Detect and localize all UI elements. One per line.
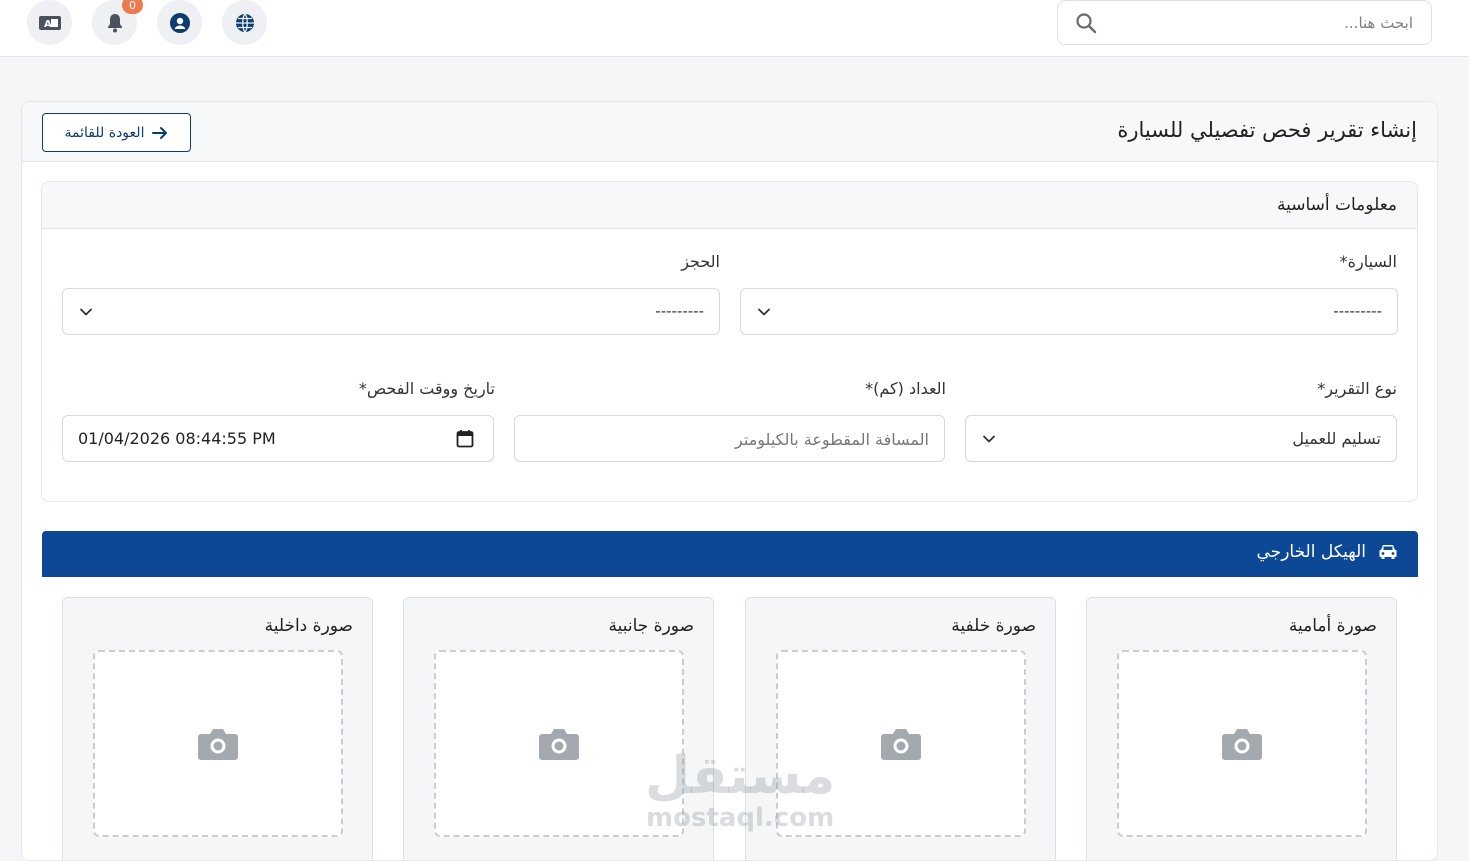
back-photo-card: صورة خلفية [745, 597, 1056, 860]
side-photo-card: صورة جانبية [403, 597, 714, 860]
car-select[interactable]: --------- [740, 288, 1398, 335]
front-photo-title: صورة أمامية [1288, 616, 1377, 636]
basic-info-section: معلومات أساسية السيارة* --------- الحجز … [41, 181, 1418, 502]
svg-text:A: A [44, 19, 52, 30]
odometer-label: العداد (كم)* [865, 379, 946, 398]
side-photo-title: صورة جانبية [608, 616, 694, 636]
search-icon [1076, 13, 1097, 34]
card-header: إنشاء تقرير فحص تفصيلي للسيارة العودة لل… [22, 102, 1437, 162]
car-label: السيارة* [1339, 252, 1397, 271]
side-photo-upload[interactable] [434, 650, 684, 837]
report-type-label: نوع التقرير* [1317, 379, 1397, 398]
user-circle-icon [169, 12, 190, 33]
back-photo-upload[interactable] [776, 650, 1026, 837]
globe-icon [235, 13, 254, 32]
booking-select-value: --------- [655, 302, 704, 320]
notification-count-badge: 0 [122, 0, 143, 14]
interior-photo-card: صورة داخلية [62, 597, 373, 860]
back-photo-title: صورة خلفية [951, 616, 1036, 636]
camera-icon [198, 728, 238, 760]
front-photo-upload[interactable] [1117, 650, 1367, 837]
front-photo-card: صورة أمامية [1086, 597, 1397, 860]
language-toggle-button[interactable]: A [27, 0, 72, 45]
chevron-down-icon [758, 308, 770, 316]
basic-info-header: معلومات أساسية [42, 182, 1417, 229]
car-icon [1379, 545, 1397, 559]
datetime-field[interactable]: 01/04/2026 08:44:55 PM [62, 415, 494, 462]
calendar-icon[interactable] [456, 429, 474, 448]
top-navbar: A 0 [0, 0, 1469, 57]
globe-language-button[interactable] [222, 0, 267, 45]
arrow-right-icon [152, 126, 168, 139]
datetime-label: تاريخ ووقت الفحص* [358, 379, 495, 398]
main-card: إنشاء تقرير فحص تفصيلي للسيارة العودة لل… [21, 101, 1438, 861]
camera-icon [881, 728, 921, 760]
search-input[interactable] [1113, 9, 1413, 37]
basic-info-title: معلومات أساسية [1276, 195, 1397, 215]
back-button-label: العودة للقائمة [64, 124, 145, 141]
odometer-input[interactable] [549, 426, 929, 452]
chevron-down-icon [80, 308, 92, 316]
booking-select[interactable]: --------- [62, 288, 720, 335]
car-select-value: --------- [1333, 302, 1382, 320]
interior-photo-title: صورة داخلية [264, 616, 353, 636]
report-type-select[interactable]: تسليم للعميل [965, 415, 1397, 462]
chevron-down-icon [983, 435, 995, 443]
exterior-section-title: الهيكل الخارجي [1256, 542, 1366, 562]
datetime-value: 01/04/2026 08:44:55 PM [78, 429, 276, 448]
report-type-value: تسليم للعميل [1292, 429, 1381, 448]
page-title: إنشاء تقرير فحص تفصيلي للسيارة [1117, 118, 1417, 142]
back-to-list-button[interactable]: العودة للقائمة [42, 113, 191, 152]
translate-icon: A [38, 15, 61, 30]
search-box[interactable] [1057, 0, 1432, 45]
camera-icon [539, 728, 579, 760]
booking-label: الحجز [681, 252, 720, 271]
profile-button[interactable] [157, 0, 202, 45]
bell-icon [107, 13, 122, 32]
camera-icon [1222, 728, 1262, 760]
odometer-field[interactable] [514, 415, 945, 462]
interior-photo-upload[interactable] [93, 650, 343, 837]
exterior-section-header: الهيكل الخارجي [42, 531, 1418, 577]
